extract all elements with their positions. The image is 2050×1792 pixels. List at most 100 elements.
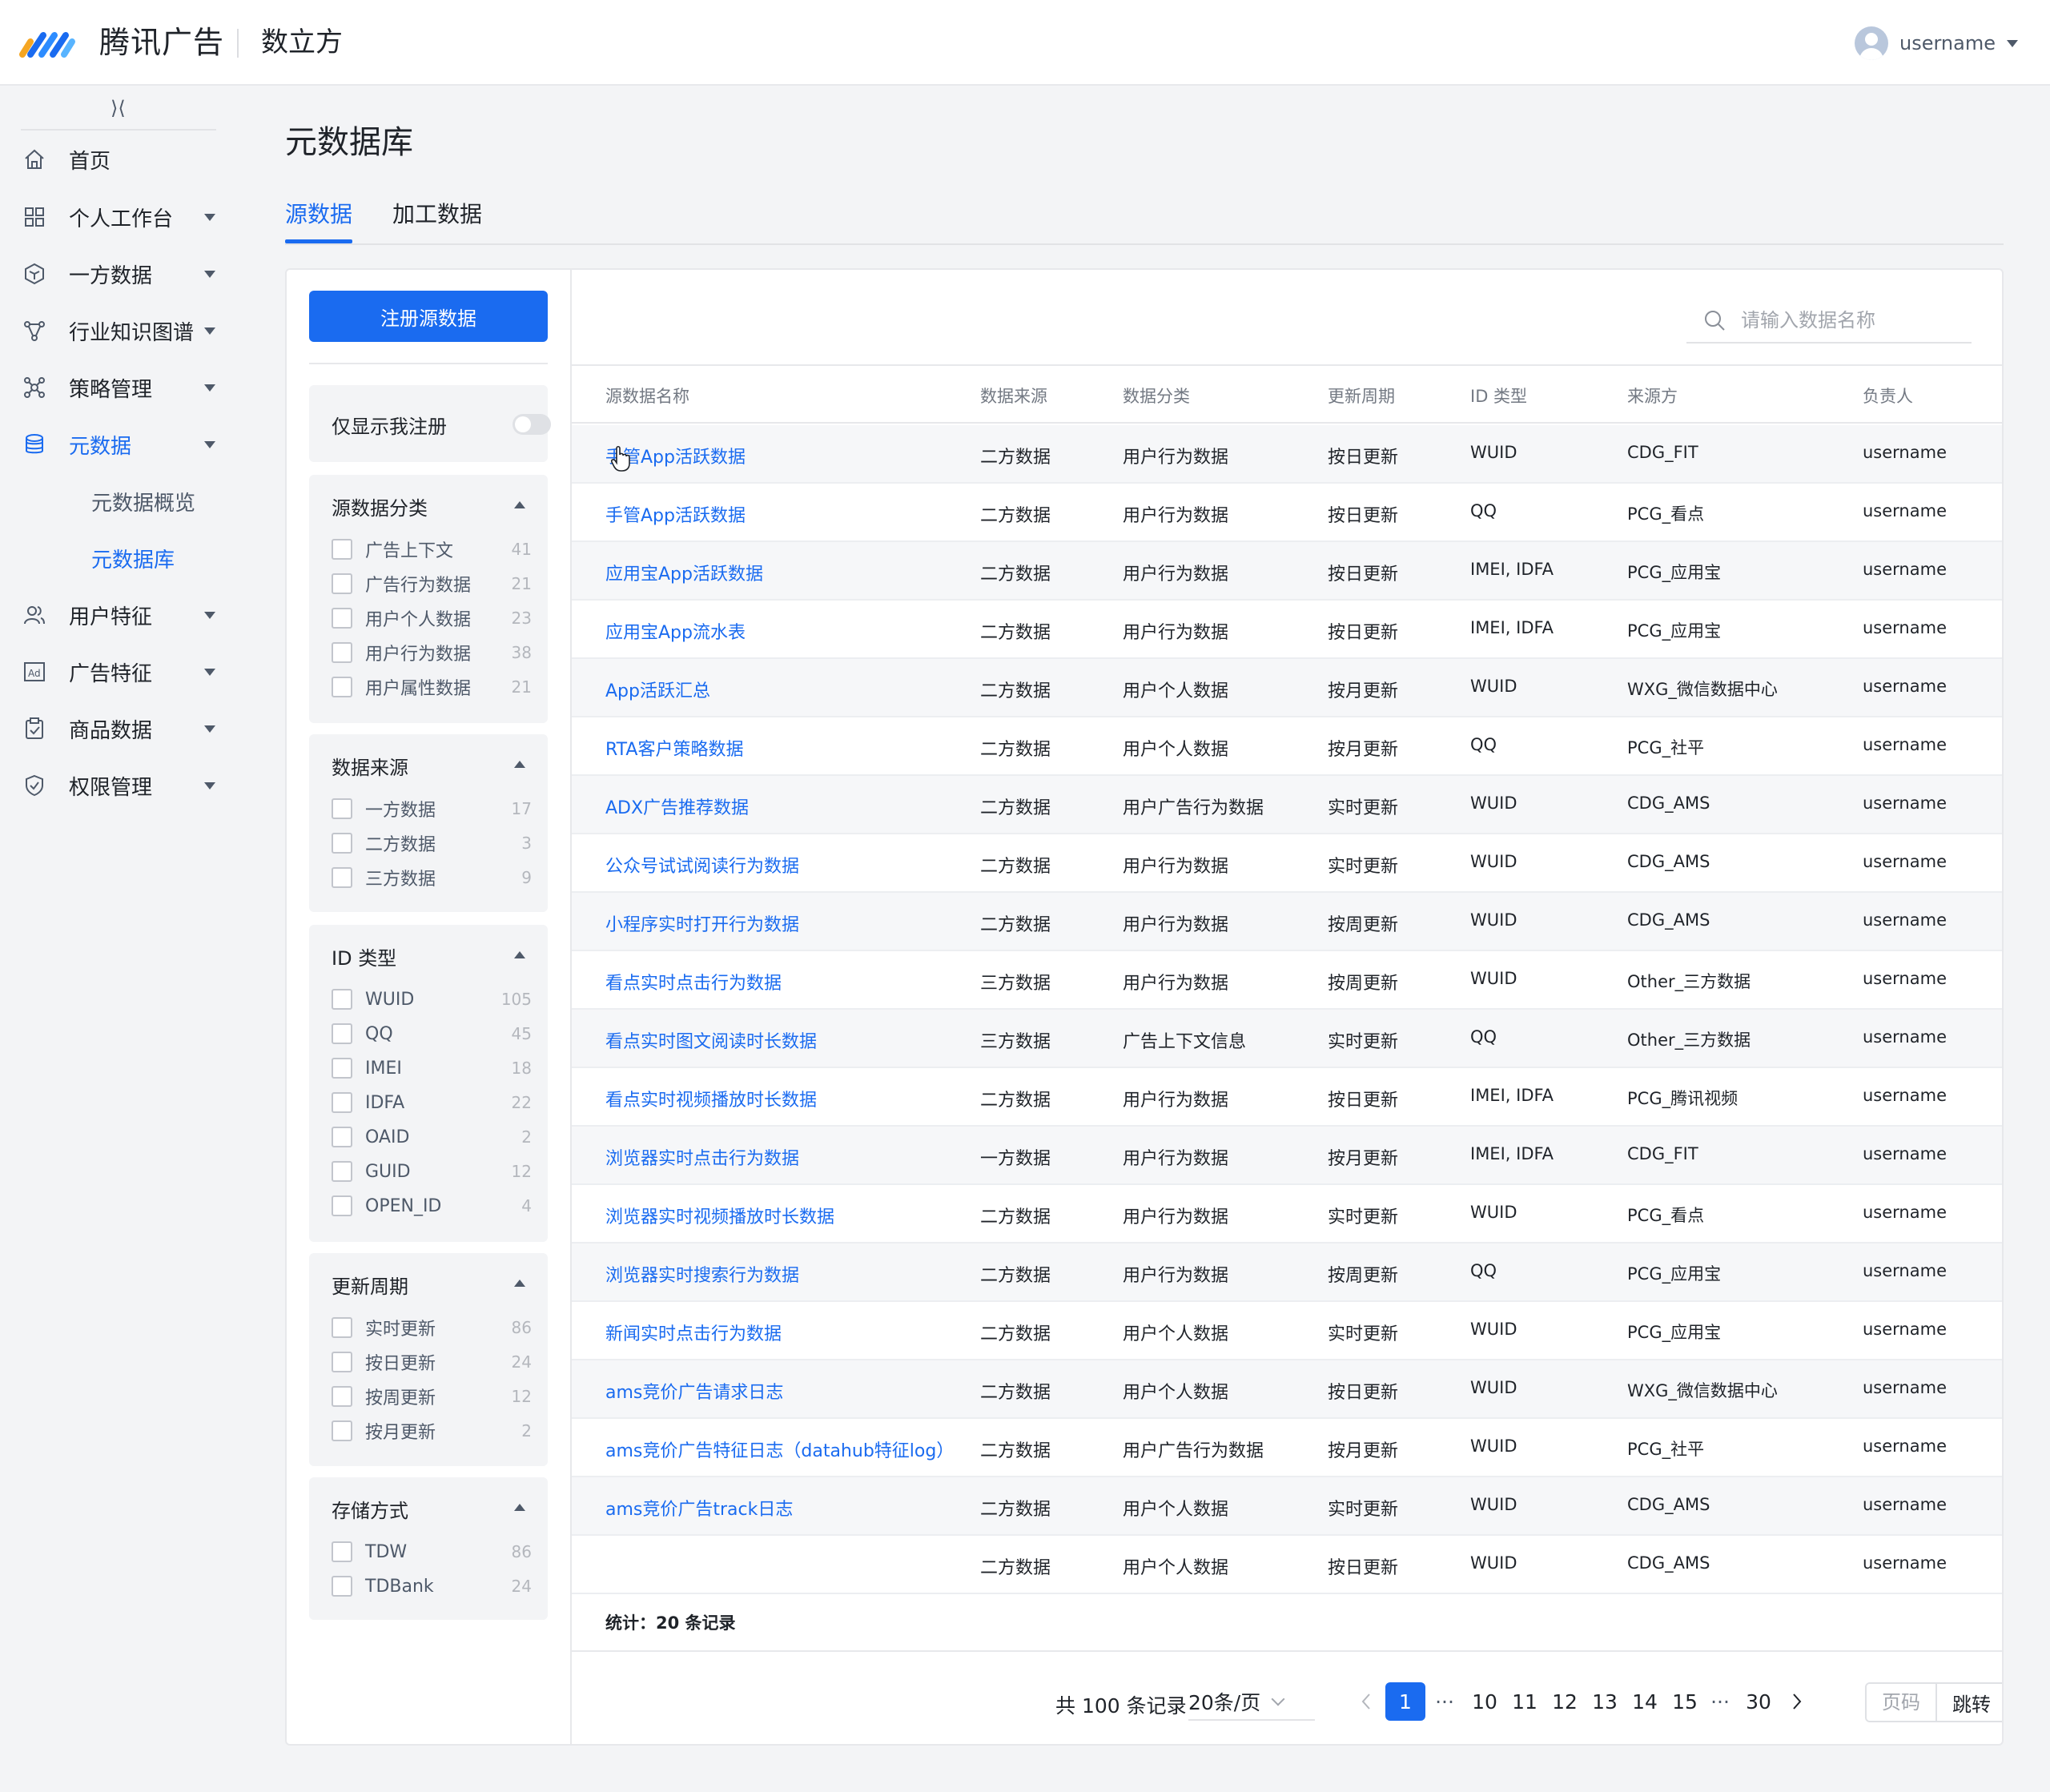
source-name-link[interactable]: 应用宝App活跃数据 bbox=[605, 560, 763, 585]
checkbox[interactable] bbox=[332, 608, 352, 629]
sidebar-item-strategy[interactable]: 策略管理 bbox=[0, 364, 240, 412]
table-row[interactable]: 小程序实时打开行为数据 二方数据 用户行为数据 按周更新 WUID CDG_AMS user… bbox=[572, 893, 2002, 951]
checkbox[interactable] bbox=[332, 1092, 352, 1113]
table-row[interactable]: ADX广告推荐数据 二方数据 用户广告行为数据 实时更新 WUID CDG_AMS user… bbox=[572, 776, 2002, 834]
collapse-caret-icon[interactable] bbox=[514, 1280, 525, 1287]
source-name-link[interactable]: 应用宝App流水表 bbox=[605, 618, 746, 644]
table-row[interactable]: 应用宝App流水表 二方数据 用户行为数据 按日更新 IMEI, IDFA PCG_应用宝… bbox=[572, 601, 2002, 659]
table-row[interactable]: 看点实时点击行为数据 三方数据 用户行为数据 按周更新 WUID Other_三方数据 us… bbox=[572, 951, 2002, 1010]
filter-option[interactable]: 用户属性数据 21 bbox=[332, 675, 532, 699]
checkbox[interactable] bbox=[332, 1317, 352, 1338]
filter-option[interactable]: 按周更新 12 bbox=[332, 1384, 532, 1408]
table-row[interactable]: ams竞价广告特征日志（datahub特征log） 二方数据 用户广告行为数据 按月更… bbox=[572, 1419, 2002, 1477]
filter-option[interactable]: IMEI 18 bbox=[332, 1056, 532, 1080]
sidebar-item-home[interactable]: 首页 bbox=[0, 135, 240, 183]
filter-option[interactable]: GUID 12 bbox=[332, 1159, 532, 1183]
filter-option[interactable]: 一方数据 17 bbox=[332, 797, 532, 821]
search-box[interactable] bbox=[1686, 299, 1972, 344]
collapse-caret-icon[interactable] bbox=[514, 1504, 525, 1511]
checkbox[interactable] bbox=[332, 1195, 352, 1216]
source-name-link[interactable]: 浏览器实时视频播放时长数据 bbox=[605, 1203, 834, 1228]
page-size-select[interactable]: 20条/页 bbox=[1188, 1684, 1315, 1721]
filter-option[interactable]: OPEN_ID 4 bbox=[332, 1194, 532, 1218]
page-button[interactable]: 10 bbox=[1465, 1682, 1504, 1721]
table-row[interactable]: App活跃汇总 二方数据 用户个人数据 按月更新 WUID WXG_微信数据中心 usern… bbox=[572, 659, 2002, 717]
table-row[interactable]: 看点实时视频播放时长数据 二方数据 用户行为数据 按日更新 IMEI, IDFA PCG_… bbox=[572, 1068, 2002, 1127]
register-source-data-button[interactable]: 注册源数据 bbox=[309, 291, 548, 342]
table-row[interactable]: 应用宝App活跃数据 二方数据 用户行为数据 按日更新 IMEI, IDFA PCG_应用… bbox=[572, 542, 2002, 601]
source-name-link[interactable]: 看点实时图文阅读时长数据 bbox=[605, 1027, 817, 1053]
page-button[interactable]: 12 bbox=[1546, 1682, 1584, 1721]
table-row[interactable]: ams竞价广告track日志 二方数据 用户个人数据 实时更新 WUID CDG_AMS u… bbox=[572, 1477, 2002, 1536]
sidebar-item-metadata-overview[interactable]: 元数据概览 bbox=[0, 477, 240, 525]
source-name-link[interactable]: 看点实时点击行为数据 bbox=[605, 969, 782, 994]
page-button[interactable]: 13 bbox=[1586, 1682, 1624, 1721]
checkbox[interactable] bbox=[332, 798, 352, 819]
filter-option[interactable]: 广告上下文 41 bbox=[332, 537, 532, 561]
page-button[interactable]: 30 bbox=[1739, 1682, 1778, 1721]
checkbox[interactable] bbox=[332, 1058, 352, 1079]
filter-option[interactable]: 广告行为数据 21 bbox=[332, 572, 532, 596]
source-name-link[interactable]: 公众号试试阅读行为数据 bbox=[605, 852, 799, 878]
only-mine-toggle[interactable] bbox=[512, 414, 551, 435]
filter-option[interactable]: 按月更新 2 bbox=[332, 1419, 532, 1443]
checkbox[interactable] bbox=[332, 1541, 352, 1562]
sidebar-item-product-data[interactable]: 商品数据 bbox=[0, 705, 240, 753]
table-row[interactable]: 浏览器实时点击行为数据 一方数据 用户行为数据 按月更新 IMEI, IDFA CDG_F… bbox=[572, 1127, 2002, 1185]
filter-option[interactable]: TDBank 24 bbox=[332, 1574, 532, 1598]
table-row[interactable]: 手管App活跃数据 二方数据 用户行为数据 按日更新 WUID CDG_FIT userna… bbox=[572, 425, 2002, 484]
page-button[interactable]: 11 bbox=[1505, 1682, 1544, 1721]
source-name-link[interactable]: 看点实时视频播放时长数据 bbox=[605, 1086, 817, 1111]
checkbox[interactable] bbox=[332, 1576, 352, 1597]
page-button-current[interactable]: 1 bbox=[1385, 1682, 1425, 1721]
filter-option[interactable]: 按日更新 24 bbox=[332, 1350, 532, 1374]
sidebar-item-user-features[interactable]: 用户特征 bbox=[0, 591, 240, 639]
source-name-link[interactable]: ADX广告推荐数据 bbox=[605, 794, 749, 819]
page-jump-input[interactable] bbox=[1867, 1684, 1937, 1721]
filter-option[interactable]: 实时更新 86 bbox=[332, 1316, 532, 1340]
table-row[interactable]: 浏览器实时搜索行为数据 二方数据 用户行为数据 按周更新 QQ PCG_应用宝 userna… bbox=[572, 1244, 2002, 1302]
table-row[interactable]: 浏览器实时视频播放时长数据 二方数据 用户行为数据 实时更新 WUID PCG_看点 use… bbox=[572, 1185, 2002, 1244]
sidebar-item-permissions[interactable]: 权限管理 bbox=[0, 761, 240, 810]
filter-option[interactable]: 三方数据 9 bbox=[332, 866, 532, 890]
source-name-link[interactable]: 手管App活跃数据 bbox=[605, 501, 746, 527]
filter-option[interactable]: IDFA 22 bbox=[332, 1091, 532, 1115]
checkbox[interactable] bbox=[332, 989, 352, 1010]
filter-option[interactable]: OAID 2 bbox=[332, 1125, 532, 1149]
table-row[interactable]: 新闻实时点击行为数据 二方数据 用户个人数据 实时更新 WUID PCG_应用宝 usern… bbox=[572, 1302, 2002, 1360]
table-row[interactable]: ams竞价广告请求日志 二方数据 用户个人数据 按日更新 WUID WXG_微信数据中心 u… bbox=[572, 1360, 2002, 1419]
tencent-ads-logo[interactable] bbox=[19, 27, 77, 59]
checkbox[interactable] bbox=[332, 642, 352, 663]
table-row[interactable]: 看点实时图文阅读时长数据 三方数据 广告上下文信息 实时更新 QQ Other_三方数据 u… bbox=[572, 1010, 2002, 1068]
filter-option[interactable]: 二方数据 3 bbox=[332, 831, 532, 855]
source-name-link[interactable]: ams竞价广告特征日志（datahub特征log） bbox=[605, 1436, 954, 1462]
checkbox[interactable] bbox=[332, 1161, 352, 1182]
checkbox[interactable] bbox=[332, 539, 352, 560]
checkbox[interactable] bbox=[332, 677, 352, 697]
source-name-link[interactable]: 浏览器实时搜索行为数据 bbox=[605, 1261, 799, 1287]
page-button[interactable]: 14 bbox=[1626, 1682, 1664, 1721]
source-name-link[interactable]: ams竞价广告track日志 bbox=[605, 1495, 793, 1521]
page-ellipsis[interactable]: ··· bbox=[1425, 1682, 1464, 1721]
collapse-caret-icon[interactable] bbox=[514, 951, 525, 958]
filter-option[interactable]: 用户个人数据 23 bbox=[332, 606, 532, 630]
checkbox[interactable] bbox=[332, 1352, 352, 1372]
filter-option[interactable]: WUID 105 bbox=[332, 987, 532, 1011]
filter-option[interactable]: QQ 45 bbox=[332, 1022, 532, 1046]
source-name-link[interactable]: 新闻实时点击行为数据 bbox=[605, 1320, 782, 1345]
collapse-sidebar-icon[interactable]: ⟩⟨ bbox=[111, 97, 126, 119]
source-name-link[interactable]: 小程序实时打开行为数据 bbox=[605, 910, 799, 936]
next-page-button[interactable] bbox=[1778, 1682, 1816, 1721]
table-row[interactable]: 公众号试试阅读行为数据 二方数据 用户行为数据 实时更新 WUID CDG_AMS user… bbox=[572, 834, 2002, 893]
page-button[interactable]: 15 bbox=[1666, 1682, 1704, 1721]
source-name-link[interactable]: 浏览器实时点击行为数据 bbox=[605, 1144, 799, 1170]
sidebar-item-first-party[interactable]: 一方数据 bbox=[0, 250, 240, 298]
sidebar-item-knowledge-graph[interactable]: 行业知识图谱 bbox=[0, 307, 240, 355]
tab-processed-data[interactable]: 加工数据 bbox=[392, 197, 482, 229]
table-row[interactable]: RTA客户策略数据 二方数据 用户个人数据 按月更新 QQ PCG_社平 username bbox=[572, 717, 2002, 776]
collapse-caret-icon[interactable] bbox=[514, 501, 525, 508]
checkbox[interactable] bbox=[332, 1127, 352, 1147]
source-name-link[interactable]: App活跃汇总 bbox=[605, 677, 710, 702]
collapse-caret-icon[interactable] bbox=[514, 761, 525, 768]
search-input[interactable] bbox=[1741, 309, 1957, 331]
